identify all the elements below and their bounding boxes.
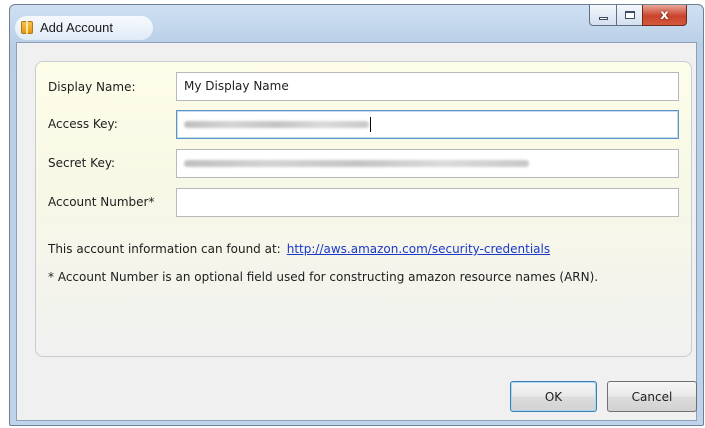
package-icon — [21, 21, 33, 34]
dialog-client-area: Display Name: My Display Name Access Key… — [16, 42, 697, 421]
account-number-note: * Account Number is an optional field us… — [48, 270, 599, 284]
minimize-icon — [598, 16, 608, 20]
window-title: Add Account — [40, 20, 113, 35]
access-key-label: Access Key: — [48, 117, 118, 131]
title-pill: Add Account — [15, 16, 153, 40]
secret-key-label: Secret Key: — [48, 156, 116, 170]
minimize-button[interactable] — [589, 5, 617, 26]
ok-button[interactable]: OK — [510, 381, 597, 412]
cancel-button[interactable]: Cancel — [607, 381, 697, 412]
maximize-button[interactable] — [616, 5, 643, 26]
account-number-field[interactable] — [176, 188, 679, 217]
add-account-window: Add Account x Display Name: My Display N… — [9, 4, 704, 426]
info-line: This account information can found at: ht… — [48, 242, 550, 256]
display-name-label: Display Name: — [48, 80, 136, 94]
close-icon: x — [660, 7, 669, 23]
title-bar[interactable]: Add Account x — [10, 5, 703, 43]
close-button[interactable]: x — [642, 5, 687, 26]
info-text: This account information can found at: — [48, 242, 281, 256]
access-key-field[interactable] — [176, 110, 679, 139]
account-number-label: Account Number* — [48, 195, 155, 209]
obscured-access-key — [184, 121, 369, 128]
security-credentials-link[interactable]: http://aws.amazon.com/security-credentia… — [287, 242, 550, 256]
maximize-icon — [624, 11, 635, 19]
secret-key-field[interactable] — [176, 149, 679, 178]
account-form-panel: Display Name: My Display Name Access Key… — [35, 61, 692, 357]
obscured-secret-key — [184, 160, 529, 167]
display-name-field[interactable]: My Display Name — [176, 72, 679, 101]
text-caret — [370, 117, 371, 132]
